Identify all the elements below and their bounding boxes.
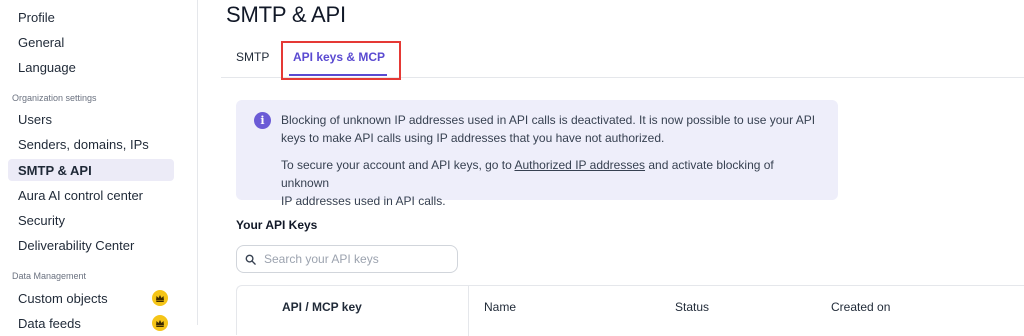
sidebar-item-smtp-api[interactable]: SMTP & API — [8, 159, 174, 181]
sidebar-item-label: Data feeds — [18, 315, 81, 331]
sidebar-item-senders-domains-ips[interactable]: Senders, domains, IPs — [8, 133, 174, 155]
sidebar-item-custom-objects[interactable]: Custom objects — [8, 287, 174, 309]
search-icon — [245, 254, 256, 265]
info-banner: i Blocking of unknown IP addresses used … — [236, 100, 838, 208]
column-header-status[interactable]: Status — [675, 300, 709, 314]
column-header-name[interactable]: Name — [484, 300, 516, 314]
active-tab-indicator — [289, 74, 387, 76]
info-line: Blocking of unknown IP addresses used in… — [281, 113, 816, 127]
api-keys-table: API / MCP key Name Status Created on — [236, 285, 1024, 336]
info-text: To secure your account and API keys, go … — [281, 158, 515, 172]
sidebar: Profile General Language Organization se… — [0, 0, 198, 331]
sidebar-item-security[interactable]: Security — [8, 209, 174, 231]
sidebar-item-profile[interactable]: Profile — [8, 6, 174, 28]
info-icon: i — [254, 112, 271, 129]
sidebar-item-data-feeds[interactable]: Data feeds — [8, 312, 174, 334]
info-line: keys to make API calls using IP addresse… — [281, 131, 665, 145]
crown-icon — [152, 290, 168, 306]
sidebar-item-label: Aura AI control center — [18, 187, 144, 203]
sidebar-item-label: Language — [18, 59, 76, 75]
search-box[interactable] — [236, 245, 458, 273]
column-header-created-on[interactable]: Created on — [831, 300, 890, 314]
api-keys-section-title: Your API Keys — [236, 218, 318, 232]
search-input[interactable] — [262, 251, 446, 267]
sidebar-item-label: SMTP & API — [18, 162, 92, 178]
column-header-api-mcp-key[interactable]: API / MCP key — [282, 300, 362, 314]
sidebar-item-aura-ai-control-center[interactable]: Aura AI control center — [8, 184, 174, 206]
tab-smtp[interactable]: SMTP — [236, 50, 269, 64]
sidebar-item-label: Profile — [18, 9, 55, 25]
sidebar-item-language[interactable]: Language — [8, 56, 174, 78]
sidebar-item-general[interactable]: General — [8, 31, 174, 53]
tabs-divider — [221, 77, 1024, 78]
crown-icon — [152, 315, 168, 331]
sidebar-section-organization: Organization settings — [12, 93, 97, 103]
tab-api-keys-mcp[interactable]: API keys & MCP — [293, 50, 385, 64]
sidebar-item-deliverability-center[interactable]: Deliverability Center — [8, 234, 174, 256]
sidebar-item-label: General — [18, 34, 65, 50]
sidebar-item-label: Users — [18, 111, 52, 127]
sidebar-item-label: Security — [18, 212, 65, 228]
sidebar-item-users[interactable]: Users — [8, 108, 174, 130]
sidebar-section-data-management: Data Management — [12, 271, 87, 281]
info-line: To secure your account and API keys, go … — [281, 156, 821, 192]
info-text-paragraph-1: Blocking of unknown IP addresses used in… — [281, 111, 821, 147]
authorized-ip-addresses-link[interactable]: Authorized IP addresses — [514, 158, 645, 172]
page-title: SMTP & API — [226, 2, 346, 27]
sidebar-item-label: Deliverability Center — [18, 237, 135, 253]
info-text-paragraph-2: To secure your account and API keys, go … — [281, 156, 821, 210]
sidebar-item-label: Senders, domains, IPs — [18, 136, 149, 152]
column-divider — [468, 286, 469, 336]
sidebar-item-label: Custom objects — [18, 290, 108, 306]
info-line: IP addresses used in API calls. — [281, 194, 446, 208]
